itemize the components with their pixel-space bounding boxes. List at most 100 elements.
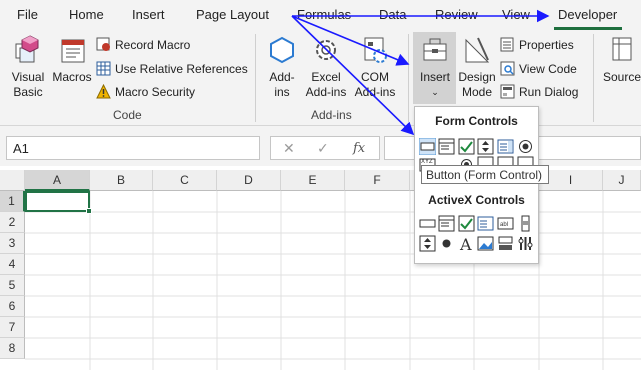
command-button-icon[interactable] bbox=[419, 215, 436, 232]
addins-label-2: ins bbox=[274, 85, 290, 99]
check-box-icon[interactable] bbox=[458, 138, 475, 155]
macros-button[interactable]: Macros bbox=[51, 34, 93, 85]
label-icon[interactable]: A bbox=[458, 235, 475, 252]
scroll-bar-icon[interactable] bbox=[517, 215, 534, 232]
row-header[interactable]: 2 bbox=[0, 212, 25, 233]
button-form-control-icon[interactable] bbox=[419, 138, 436, 155]
toolbox-icon bbox=[423, 38, 447, 61]
column-header[interactable]: F bbox=[345, 170, 410, 191]
text-box-icon[interactable]: abl bbox=[497, 215, 514, 232]
gear-icon bbox=[316, 40, 336, 60]
run-dialog-label: Run Dialog bbox=[519, 84, 579, 99]
properties-button[interactable]: Properties bbox=[500, 37, 574, 52]
svg-text:abl: abl bbox=[500, 222, 508, 228]
combo-box-icon[interactable] bbox=[438, 138, 455, 155]
insert-controls-dropdown: Form Controls XYZ ActiveX Controls abl A bbox=[414, 106, 539, 264]
view-code-label: View Code bbox=[519, 61, 577, 76]
design-mode-label-2: Mode bbox=[461, 85, 493, 99]
com-addins-button[interactable]: COM Add-ins bbox=[352, 34, 398, 100]
addins-button[interactable]: Add- ins bbox=[264, 34, 300, 100]
visual-basic-icon bbox=[15, 35, 39, 63]
tab-developer[interactable]: Developer bbox=[558, 7, 617, 22]
source-icon bbox=[612, 37, 632, 61]
macro-security-label: Macro Security bbox=[115, 84, 196, 99]
chevron-down-icon: ⌄ bbox=[431, 87, 439, 97]
view-code-button[interactable]: View Code bbox=[500, 61, 577, 76]
group-separator bbox=[408, 34, 409, 122]
row-header[interactable]: 3 bbox=[0, 233, 25, 254]
check-box-icon[interactable] bbox=[458, 215, 475, 232]
record-macro-icon bbox=[96, 37, 110, 51]
tab-review[interactable]: Review bbox=[435, 7, 478, 22]
option-button-icon[interactable] bbox=[438, 235, 455, 252]
column-header[interactable]: B bbox=[90, 170, 153, 191]
design-mode-label-1: Design bbox=[458, 70, 496, 84]
image-icon[interactable] bbox=[477, 235, 494, 252]
select-all-corner[interactable] bbox=[0, 170, 25, 191]
group-separator bbox=[255, 34, 256, 122]
column-header[interactable]: D bbox=[217, 170, 281, 191]
insert-controls-button[interactable]: Insert ⌄ bbox=[414, 34, 456, 100]
column-header[interactable]: E bbox=[281, 170, 345, 191]
properties-label: Properties bbox=[519, 37, 574, 52]
relative-references-button[interactable]: Use Relative References bbox=[96, 61, 248, 76]
macros-icon bbox=[61, 39, 85, 63]
option-button-icon[interactable] bbox=[517, 138, 534, 155]
addins-label-1: Add- bbox=[269, 70, 295, 84]
spin-button-icon[interactable] bbox=[477, 138, 494, 155]
design-mode-button[interactable]: Design Mode bbox=[457, 34, 497, 100]
source-button[interactable]: Source bbox=[600, 34, 641, 85]
warning-icon bbox=[96, 84, 111, 99]
formula-bar: A1 ✕ ✓ fx bbox=[0, 126, 641, 166]
tab-page-layout[interactable]: Page Layout bbox=[196, 7, 269, 22]
relative-references-icon bbox=[96, 61, 111, 76]
selected-cell-a1[interactable] bbox=[25, 191, 92, 214]
properties-icon bbox=[500, 37, 514, 52]
row-header[interactable]: 5 bbox=[0, 275, 25, 296]
design-mode-icon bbox=[465, 37, 490, 63]
tab-view[interactable]: View bbox=[502, 7, 530, 22]
com-addins-icon bbox=[364, 37, 387, 63]
cancel-icon[interactable]: ✕ bbox=[283, 140, 295, 157]
ribbon: Visual Basic Macros Record Macro Use Rel… bbox=[0, 30, 641, 126]
insert-label: Insert bbox=[419, 70, 450, 84]
column-header[interactable]: C bbox=[153, 170, 217, 191]
addins-group-label: Add-ins bbox=[311, 108, 352, 122]
run-dialog-icon bbox=[500, 84, 515, 99]
toggle-button-icon[interactable] bbox=[497, 235, 514, 252]
record-macro-label: Record Macro bbox=[115, 37, 191, 52]
ribbon-tabs: File Home Insert Page Layout Formulas Da… bbox=[0, 0, 641, 30]
fill-handle[interactable] bbox=[86, 208, 92, 214]
excel-addins-button[interactable]: Excel Add-ins bbox=[303, 34, 349, 100]
combo-box-icon[interactable] bbox=[438, 215, 455, 232]
svg-text:A: A bbox=[459, 235, 472, 252]
more-controls-icon[interactable] bbox=[517, 235, 534, 252]
name-box[interactable]: A1 bbox=[6, 136, 260, 160]
macro-security-button[interactable]: Macro Security bbox=[96, 84, 195, 99]
check-icon[interactable]: ✓ bbox=[317, 140, 329, 157]
tab-formulas[interactable]: Formulas bbox=[297, 7, 351, 22]
tab-data[interactable]: Data bbox=[379, 7, 406, 22]
list-box-icon[interactable] bbox=[477, 215, 494, 232]
tab-insert[interactable]: Insert bbox=[132, 7, 165, 22]
excel-addins-label-2: Add-ins bbox=[305, 85, 347, 99]
insert-function-button[interactable]: fx bbox=[353, 141, 365, 156]
tab-file[interactable]: File bbox=[17, 7, 38, 22]
list-box-icon[interactable] bbox=[497, 138, 514, 155]
column-header[interactable]: A bbox=[25, 170, 90, 191]
excel-addins-label-1: Excel bbox=[311, 70, 341, 84]
visual-basic-button[interactable]: Visual Basic bbox=[8, 34, 48, 100]
column-header[interactable]: J bbox=[603, 170, 641, 191]
tooltip: Button (Form Control) bbox=[421, 165, 549, 184]
row-header[interactable]: 4 bbox=[0, 254, 25, 275]
cell-gridlines[interactable] bbox=[25, 191, 641, 370]
row-header[interactable]: 6 bbox=[0, 296, 25, 317]
row-header[interactable]: 7 bbox=[0, 317, 25, 338]
formula-buttons: ✕ ✓ fx bbox=[270, 136, 380, 160]
row-header[interactable]: 8 bbox=[0, 338, 25, 359]
row-header[interactable]: 1 bbox=[0, 191, 25, 212]
run-dialog-button[interactable]: Run Dialog bbox=[500, 84, 578, 99]
record-macro-button[interactable]: Record Macro bbox=[96, 37, 190, 52]
tab-home[interactable]: Home bbox=[69, 7, 104, 22]
spin-button-icon[interactable] bbox=[419, 235, 436, 252]
